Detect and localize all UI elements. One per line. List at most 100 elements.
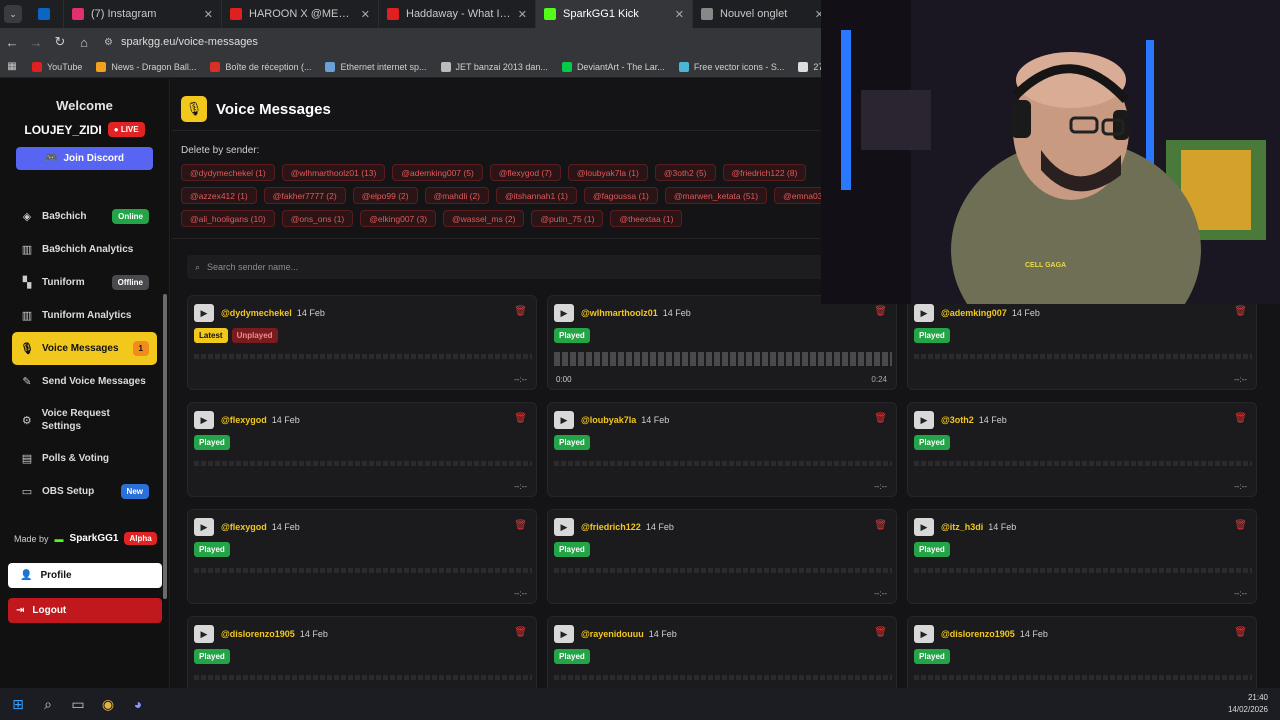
waveform[interactable] — [914, 354, 1252, 359]
bookmark-4[interactable]: JET banzai 2013 dan... — [440, 61, 548, 72]
delete-sender-chip[interactable]: @fagoussa (1) — [584, 187, 658, 204]
sidebar-item-voice-messages[interactable]: 🎙 Voice Messages 1 — [12, 332, 157, 365]
bookmark-6[interactable]: Free vector icons - S... — [678, 61, 784, 72]
sender-name[interactable]: @ademking007 14 Feb — [941, 308, 1040, 318]
apps-icon[interactable]: ▦ — [0, 61, 24, 72]
delete-icon[interactable]: 🗑 — [874, 520, 887, 531]
delete-sender-chip[interactable]: @ons_ons (1) — [281, 210, 354, 227]
delete-sender-chip[interactable]: @loubyak7la (1) — [567, 164, 648, 181]
delete-icon[interactable]: 🗑 — [514, 520, 527, 531]
sidebar-item-ba9chich[interactable]: ◈ Ba9chich Online — [12, 200, 157, 233]
back-icon[interactable]: ← — [0, 35, 24, 50]
windows-start-icon[interactable]: ⊞ — [6, 692, 30, 716]
sidebar-item-tuniform[interactable]: ▚ Tuniform Offline — [12, 266, 157, 299]
sender-name[interactable]: @friedrich122 14 Feb — [581, 522, 674, 532]
join-discord-button[interactable]: 🎮 Join Discord — [16, 147, 153, 170]
delete-sender-chip[interactable]: @itshannah1 (1) — [496, 187, 577, 204]
play-button[interactable]: ▶ — [554, 518, 574, 536]
logout-button[interactable]: ⇥ Logout — [8, 598, 162, 623]
sender-name[interactable]: @3oth2 14 Feb — [941, 415, 1007, 425]
delete-sender-chip[interactable]: @putin_75 (1) — [531, 210, 604, 227]
delete-icon[interactable]: 🗑 — [514, 413, 527, 424]
delete-sender-chip[interactable]: @fakher7777 (2) — [263, 187, 346, 204]
sender-name[interactable]: @dislorenzo1905 14 Feb — [221, 629, 328, 639]
waveform[interactable] — [194, 675, 532, 680]
close-tab-icon[interactable]: ✕ — [675, 8, 684, 21]
sidebar-item-voice-request-settings[interactable]: ⚙ Voice Request Settings — [12, 398, 157, 442]
play-button[interactable]: ▶ — [914, 518, 934, 536]
discord-icon[interactable]: ◕ — [126, 692, 150, 716]
delete-sender-chip[interactable]: @flexygod (7) — [489, 164, 561, 181]
chrome-icon[interactable]: ◉ — [96, 692, 120, 716]
waveform[interactable] — [194, 568, 532, 573]
bookmark-2[interactable]: Boîte de réception (... — [210, 61, 311, 72]
close-tab-icon[interactable]: ✕ — [361, 8, 370, 21]
home-icon[interactable]: ⌂ — [72, 35, 96, 50]
sidebar-item-polls-voting[interactable]: ▤ Polls & Voting — [12, 442, 157, 475]
sender-name[interactable]: @itz_h3di 14 Feb — [941, 522, 1016, 532]
delete-icon[interactable]: 🗑 — [514, 306, 527, 317]
bookmark-3[interactable]: Ethernet internet sp... — [325, 61, 427, 72]
waveform[interactable] — [914, 675, 1252, 680]
play-button[interactable]: ▶ — [914, 625, 934, 643]
profile-button[interactable]: 👤 Profile — [8, 563, 162, 588]
bookmark-1[interactable]: News - Dragon Ball... — [96, 61, 196, 72]
sender-name[interactable]: @flexygod 14 Feb — [221, 522, 300, 532]
waveform[interactable] — [554, 568, 892, 573]
play-button[interactable]: ▶ — [914, 304, 934, 322]
tab-5[interactable]: Nouvel onglet ✕ — [693, 0, 833, 28]
delete-sender-chip[interactable]: @ali_hooligans (10) — [181, 210, 275, 227]
sidebar-item-tuniform-analytics[interactable]: ▥ Tuniform Analytics — [12, 299, 157, 332]
search-icon[interactable]: ⌕ — [36, 692, 60, 716]
waveform[interactable] — [914, 461, 1252, 466]
bookmark-5[interactable]: DeviantArt - The Lar... — [561, 61, 665, 72]
delete-icon[interactable]: 🗑 — [1234, 520, 1247, 531]
tab-4[interactable]: SparkGG1 Kick ✕ — [536, 0, 693, 28]
delete-sender-chip[interactable]: @3oth2 (5) — [654, 164, 716, 181]
waveform[interactable] — [554, 461, 892, 466]
play-button[interactable]: ▶ — [194, 411, 214, 429]
delete-sender-chip[interactable]: @elpo99 (2) — [352, 187, 418, 204]
sender-name[interactable]: @dislorenzo1905 14 Feb — [941, 629, 1048, 639]
delete-icon[interactable]: 🗑 — [1234, 306, 1247, 317]
play-button[interactable]: ▶ — [914, 411, 934, 429]
waveform[interactable] — [554, 675, 892, 680]
tab-0[interactable] — [30, 0, 64, 28]
play-button[interactable]: ▶ — [194, 518, 214, 536]
delete-icon[interactable]: 🗑 — [874, 306, 887, 317]
sidebar-item-ba9chich-analytics[interactable]: ▥ Ba9chich Analytics — [12, 233, 157, 266]
forward-icon[interactable]: → — [24, 35, 48, 50]
delete-icon[interactable]: 🗑 — [874, 627, 887, 638]
reload-icon[interactable]: ↻ — [48, 34, 72, 50]
play-button[interactable]: ▶ — [554, 625, 574, 643]
close-tab-icon[interactable]: ✕ — [518, 8, 527, 21]
play-button[interactable]: ▶ — [194, 304, 214, 322]
sender-name[interactable]: @dydymechekel 14 Feb — [221, 308, 325, 318]
play-button[interactable]: ▶ — [554, 304, 574, 322]
delete-icon[interactable]: 🗑 — [514, 627, 527, 638]
tab-2[interactable]: HAROON X @MEGBEATZ - Hat ✕ — [222, 0, 379, 28]
delete-sender-chip[interactable]: @marwen_ketata (51) — [664, 187, 768, 204]
file-explorer-icon[interactable]: ▭ — [66, 692, 90, 716]
delete-sender-chip[interactable]: @friedrich122 (8) — [722, 164, 807, 181]
delete-sender-chip[interactable]: @elking007 (3) — [360, 210, 437, 227]
play-button[interactable]: ▶ — [554, 411, 574, 429]
delete-sender-chip[interactable]: @wassel_ms (2) — [443, 210, 525, 227]
tab-search-icon[interactable]: ⌄ — [4, 5, 22, 23]
delete-sender-chip[interactable]: @wlhmarthoolz01 (13) — [281, 164, 386, 181]
delete-sender-chip[interactable]: @ademking007 (5) — [392, 164, 483, 181]
play-button[interactable]: ▶ — [194, 625, 214, 643]
tab-3[interactable]: Haddaway - What Is Love (Offi ✕ — [379, 0, 536, 28]
bookmark-0[interactable]: YouTube — [32, 61, 82, 72]
sidebar-scrollbar[interactable] — [163, 294, 167, 599]
delete-sender-chip[interactable]: @azzex412 (1) — [181, 187, 257, 204]
delete-sender-chip[interactable]: @theextaa (1) — [610, 210, 683, 227]
url-field[interactable]: ⚙ sparkgg.eu/voice-messages — [104, 36, 258, 48]
waveform[interactable] — [194, 354, 532, 359]
waveform[interactable] — [194, 461, 532, 466]
sidebar-item-send-voice-messages[interactable]: ✎ Send Voice Messages — [12, 365, 157, 398]
sender-name[interactable]: @wlhmarthoolz01 14 Feb — [581, 308, 691, 318]
site-info-icon[interactable]: ⚙ — [104, 37, 113, 48]
waveform[interactable] — [554, 352, 892, 366]
sender-name[interactable]: @flexygod 14 Feb — [221, 415, 300, 425]
